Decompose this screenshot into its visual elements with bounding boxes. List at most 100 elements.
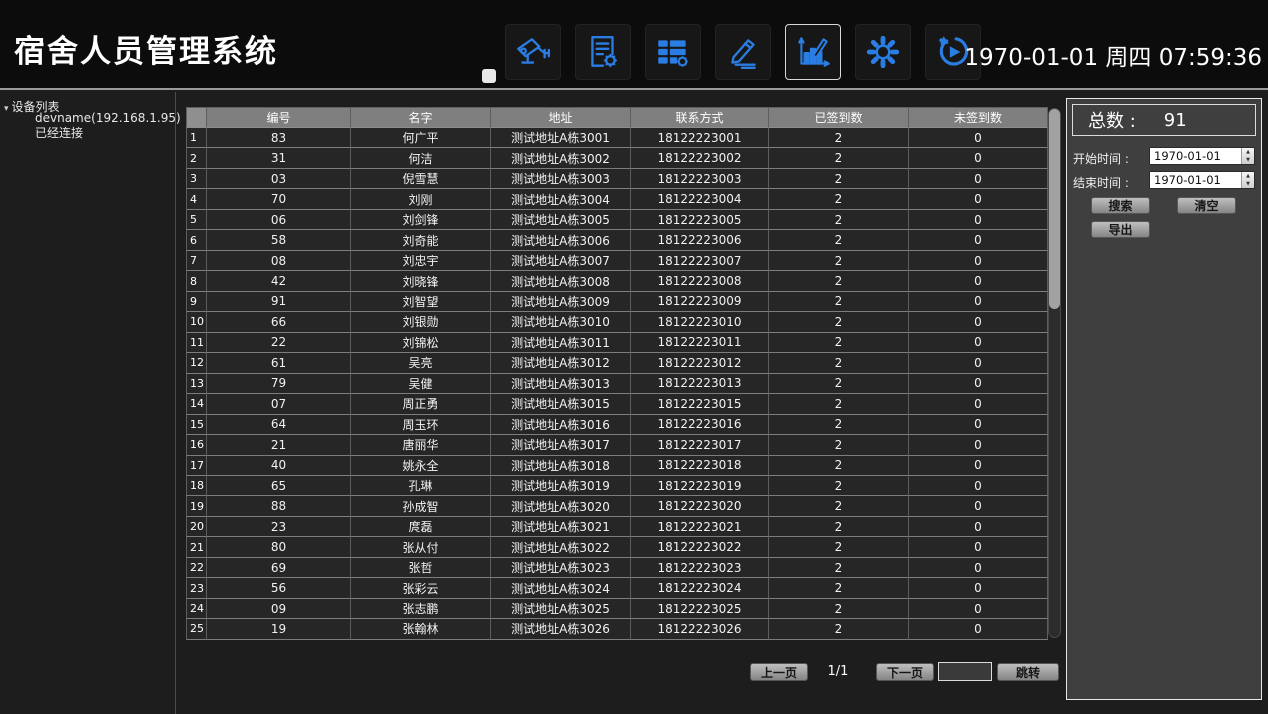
spin-down-icon[interactable]: ▼: [1242, 180, 1254, 188]
table-row[interactable]: 2180张从付测试地址A栋30221812222302220: [186, 537, 1048, 557]
jump-button[interactable]: 跳转: [997, 663, 1059, 681]
table-cell: 刘晓锋: [351, 271, 491, 291]
top-header: 宿舍人员管理系统: [0, 0, 1268, 90]
table-cell: 测试地址A栋3011: [491, 333, 631, 353]
table-cell: 0: [909, 169, 1048, 189]
table-row[interactable]: 2519张翰林测试地址A栋30261812222302620: [186, 619, 1048, 639]
next-page-button[interactable]: 下一页: [876, 663, 934, 681]
toolbar-handle[interactable]: [482, 69, 496, 83]
total-label: 总数 :: [1088, 107, 1136, 133]
table-cell: 18122223008: [631, 271, 769, 291]
row-index-cell: 7: [186, 251, 207, 271]
device-status: 已经连接: [35, 126, 181, 141]
table-row[interactable]: 1122刘锦松测试地址A栋30111812222301120: [186, 333, 1048, 353]
table-row[interactable]: 1564周玉环测试地址A栋30161812222301620: [186, 415, 1048, 435]
total-count-box: 总数 : 91: [1072, 104, 1256, 136]
table-row[interactable]: 1066刘银勋测试地址A栋30101812222301020: [186, 312, 1048, 332]
row-index-cell: 12: [186, 353, 207, 373]
table-row[interactable]: 1988孙成智测试地址A栋30201812222302020: [186, 496, 1048, 516]
table-row[interactable]: 2409张志鹏测试地址A栋30251812222302520: [186, 599, 1048, 619]
table-scrollbar[interactable]: [1048, 108, 1061, 638]
spin-up-icon[interactable]: ▲: [1242, 172, 1254, 180]
table-cell: 88: [207, 496, 351, 516]
table-cell: 0: [909, 476, 1048, 496]
page-indicator: 1/1: [818, 664, 858, 679]
table-row[interactable]: 506刘剑锋测试地址A栋30051812222300520: [186, 210, 1048, 230]
table-cell: 测试地址A栋3018: [491, 456, 631, 476]
table-cell: 18122223005: [631, 210, 769, 230]
spin-up-icon[interactable]: ▲: [1242, 148, 1254, 156]
row-index-cell: 11: [186, 333, 207, 353]
table-cell: 测试地址A栋3004: [491, 189, 631, 209]
column-header[interactable]: 联系方式: [631, 107, 769, 128]
table-cell: 庹磊: [351, 517, 491, 537]
scrollbar-thumb[interactable]: [1049, 109, 1060, 309]
end-time-spinner[interactable]: ▲▼: [1241, 172, 1254, 188]
table-cell: 07: [207, 394, 351, 414]
start-time-spinner[interactable]: ▲▼: [1241, 148, 1254, 164]
spin-down-icon[interactable]: ▼: [1242, 156, 1254, 164]
row-index-cell: 16: [186, 435, 207, 455]
jump-page-input[interactable]: [938, 662, 992, 681]
prev-page-button[interactable]: 上一页: [750, 663, 808, 681]
table-cell: 张志鹏: [351, 599, 491, 619]
table-cell: 何洁: [351, 148, 491, 168]
start-time-input[interactable]: 1970-01-01 ▲▼: [1149, 147, 1255, 165]
clear-button[interactable]: 清空: [1177, 197, 1236, 214]
table-cell: 2: [769, 169, 909, 189]
table-row[interactable]: 1865孔琳测试地址A栋30191812222301920: [186, 476, 1048, 496]
toolbar-camera-button[interactable]: [505, 24, 561, 80]
table-cell: 40: [207, 456, 351, 476]
toolbar-datatable-button[interactable]: [645, 24, 701, 80]
table-row[interactable]: 470刘刚测试地址A栋30041812222300420: [186, 189, 1048, 209]
device-sidebar: ▾设备列表 devname(192.168.1.95) 已经连接: [0, 92, 175, 714]
table-cell: 测试地址A栋3022: [491, 537, 631, 557]
chevron-down-icon: ▾: [4, 104, 9, 114]
table-row[interactable]: 1261吴亮测试地址A栋30121812222301220: [186, 353, 1048, 373]
column-header[interactable]: 地址: [491, 107, 631, 128]
end-time-value: 1970-01-01: [1150, 173, 1241, 187]
export-button[interactable]: 导出: [1091, 221, 1150, 238]
table-row[interactable]: 2269张哲测试地址A栋30231812222302320: [186, 558, 1048, 578]
row-index-cell: 24: [186, 599, 207, 619]
table-row[interactable]: 842刘晓锋测试地址A栋30081812222300820: [186, 271, 1048, 291]
table-cell: 孙成智: [351, 496, 491, 516]
table-cell: 2: [769, 476, 909, 496]
table-cell: 测试地址A栋3003: [491, 169, 631, 189]
end-time-input[interactable]: 1970-01-01 ▲▼: [1149, 171, 1255, 189]
table-row[interactable]: 303倪雪慧测试地址A栋30031812222300320: [186, 169, 1048, 189]
table-cell: 0: [909, 189, 1048, 209]
edit-pencil-icon: [724, 33, 762, 71]
table-row[interactable]: 1407周正勇测试地址A栋30151812222301520: [186, 394, 1048, 414]
table-cell: 2: [769, 353, 909, 373]
table-row[interactable]: 658刘奇能测试地址A栋30061812222300620: [186, 230, 1048, 250]
table-row[interactable]: 183何广平测试地址A栋30011812222300120: [186, 128, 1048, 148]
corner-header-cell: [186, 107, 207, 128]
table-row[interactable]: 991刘智望测试地址A栋30091812222300920: [186, 292, 1048, 312]
table-row[interactable]: 1621唐丽华测试地址A栋30171812222301720: [186, 435, 1048, 455]
toolbar-edit-button[interactable]: [715, 24, 771, 80]
table-cell: 刘剑锋: [351, 210, 491, 230]
table-row[interactable]: 708刘忠宇测试地址A栋30071812222300720: [186, 251, 1048, 271]
toolbar-report-button[interactable]: [575, 24, 631, 80]
table-cell: 测试地址A栋3024: [491, 578, 631, 598]
table-cell: 0: [909, 517, 1048, 537]
table-row[interactable]: 2356张彩云测试地址A栋30241812222302420: [186, 578, 1048, 598]
column-header[interactable]: 名字: [351, 107, 491, 128]
table-row[interactable]: 1740姚永全测试地址A栋30181812222301820: [186, 456, 1048, 476]
column-header[interactable]: 未签到数: [909, 107, 1048, 128]
table-cell: 03: [207, 169, 351, 189]
device-item[interactable]: devname(192.168.1.95) 已经连接: [35, 111, 181, 141]
table-row[interactable]: 231何洁测试地址A栋30021812222300220: [186, 148, 1048, 168]
column-header[interactable]: 已签到数: [769, 107, 909, 128]
table-cell: 测试地址A栋3015: [491, 394, 631, 414]
table-cell: 79: [207, 374, 351, 394]
table-row[interactable]: 1379吴健测试地址A栋30131812222301320: [186, 374, 1048, 394]
search-button[interactable]: 搜索: [1091, 197, 1150, 214]
column-header[interactable]: 编号: [207, 107, 351, 128]
toolbar-statistics-button[interactable]: [785, 24, 841, 80]
table-cell: 测试地址A栋3016: [491, 415, 631, 435]
table-row[interactable]: 2023庹磊测试地址A栋30211812222302120: [186, 517, 1048, 537]
toolbar-settings-button[interactable]: [855, 24, 911, 80]
table-cell: 0: [909, 374, 1048, 394]
